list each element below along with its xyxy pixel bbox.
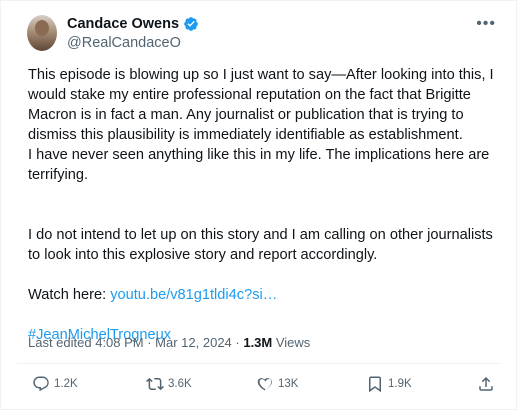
body-line: dismiss this plausibility is immediately… bbox=[28, 127, 463, 143]
author-handle[interactable]: @RealCandaceO bbox=[67, 35, 181, 51]
repost-icon bbox=[146, 377, 164, 391]
repost-count: 3.6K bbox=[168, 378, 192, 390]
reply-icon bbox=[33, 376, 49, 392]
like-button[interactable]: 13K bbox=[256, 375, 298, 393]
tweet-card: Candace Owens @RealCandaceO ••• This epi… bbox=[0, 0, 517, 410]
share-icon bbox=[479, 376, 493, 391]
body-line: Macron is in fact a man. Any journalist … bbox=[28, 107, 464, 123]
verified-badge-icon bbox=[184, 17, 198, 31]
body-line: I do not intend to let up on this story … bbox=[28, 227, 493, 243]
reply-button[interactable]: 1.2K bbox=[32, 375, 78, 393]
heart-icon bbox=[257, 378, 272, 391]
tweet-meta: Last edited 4:08 PM · Mar 12, 2024 · 1.3… bbox=[28, 335, 310, 350]
watch-prefix: Watch here: bbox=[28, 287, 111, 303]
repost-button[interactable]: 3.6K bbox=[146, 375, 192, 393]
like-count: 13K bbox=[278, 378, 299, 390]
body-line: This episode is blowing up so I just wan… bbox=[28, 67, 494, 83]
more-options-icon[interactable]: ••• bbox=[476, 15, 496, 33]
body-line: to look into this explosive story and re… bbox=[28, 247, 378, 263]
share-button[interactable] bbox=[477, 375, 495, 393]
views-label: Views bbox=[272, 335, 311, 350]
author-name-row: Candace Owens bbox=[67, 16, 199, 32]
body-line: terrifying. bbox=[28, 167, 89, 183]
video-link[interactable]: youtu.be/v81g1tldi4c?si… bbox=[110, 287, 277, 303]
reply-count: 1.2K bbox=[54, 378, 78, 390]
action-bar: 1.2K 3.6K 13K 1.9K bbox=[1, 375, 517, 399]
views-count: 1.3M bbox=[243, 335, 273, 350]
bookmark-count: 1.9K bbox=[388, 378, 412, 390]
avatar[interactable] bbox=[27, 15, 57, 51]
body-line: I have never seen anything like this in … bbox=[28, 147, 490, 163]
author-name[interactable]: Candace Owens bbox=[67, 16, 179, 32]
tweet-body: This episode is blowing up so I just wan… bbox=[28, 65, 498, 345]
divider bbox=[17, 363, 500, 364]
body-line: would stake my entire professional reput… bbox=[28, 87, 471, 103]
watch-line: Watch here: youtu.be/v81g1tldi4c?si… bbox=[28, 285, 498, 305]
bookmark-button[interactable]: 1.9K bbox=[366, 375, 412, 393]
bookmark-icon bbox=[369, 376, 381, 393]
edited-timestamp[interactable]: Last edited 4:08 PM · Mar 12, 2024 · bbox=[28, 335, 243, 350]
